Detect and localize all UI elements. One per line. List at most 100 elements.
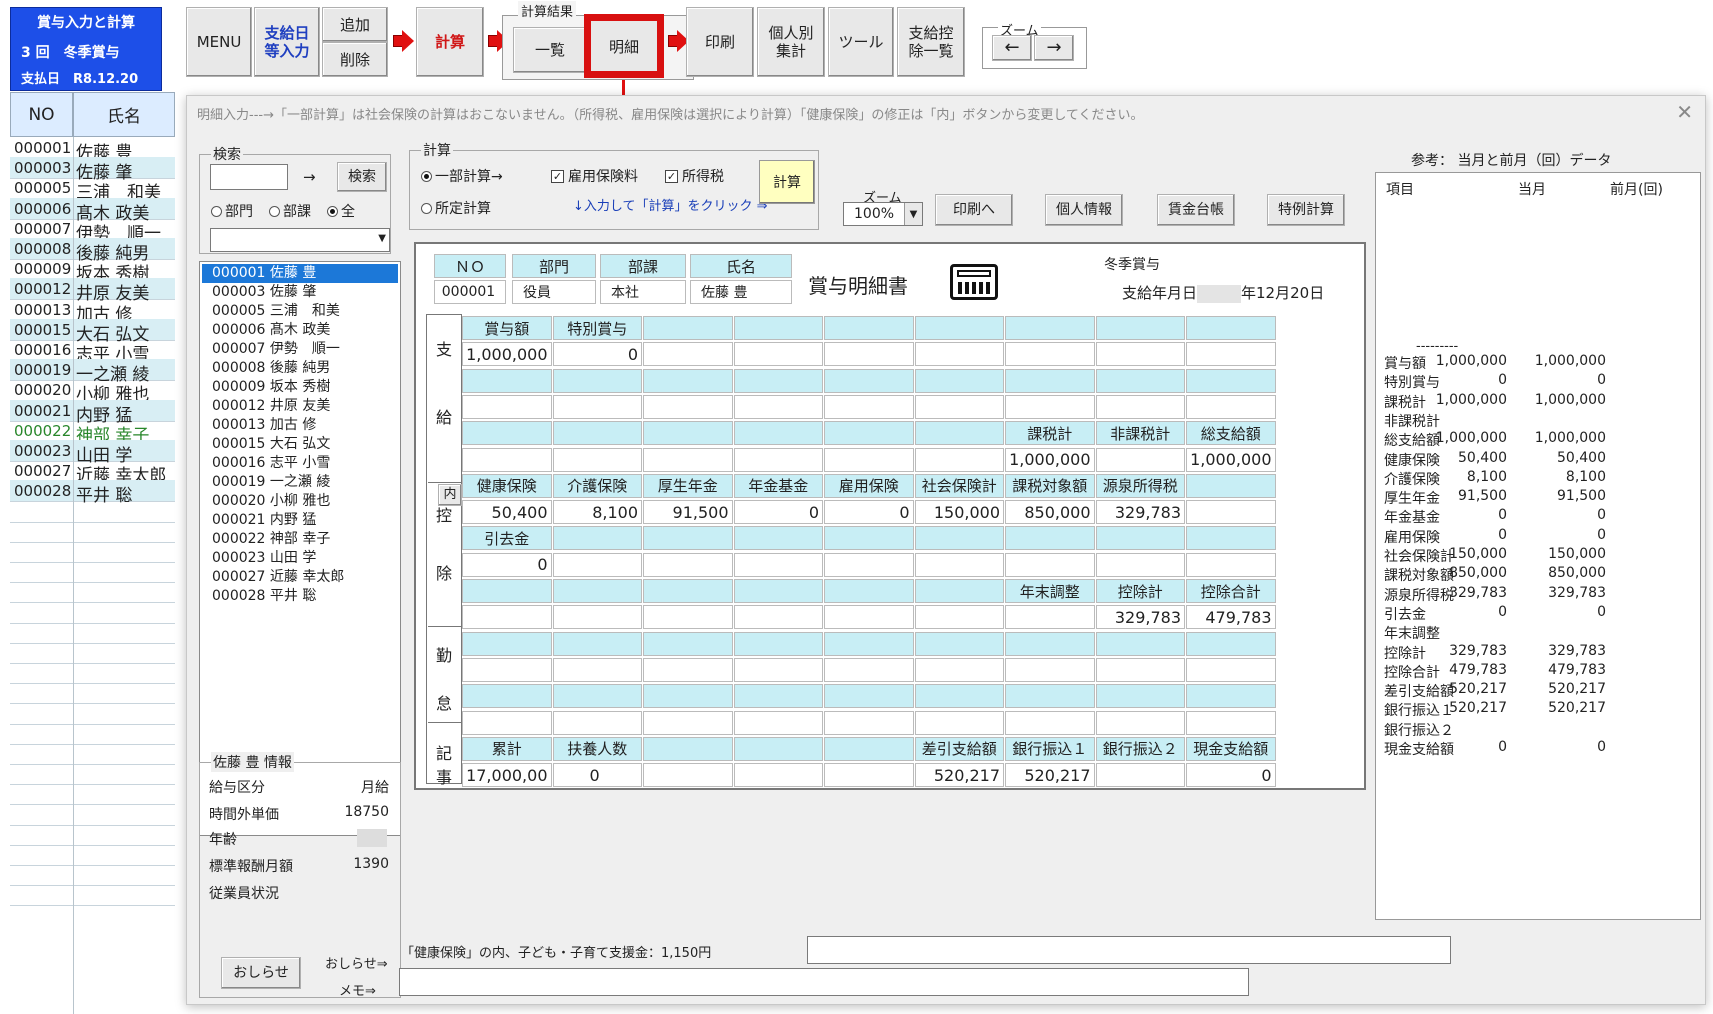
stub-value-cell[interactable]: 520,217 [1005, 763, 1095, 788]
stub-value-cell[interactable] [914, 447, 1004, 472]
personal-summary-button[interactable]: 個人別 集計 [757, 7, 825, 77]
employee-list-item[interactable]: 000015 大石 弘文 [212, 435, 330, 454]
close-icon[interactable]: ✕ [1676, 100, 1693, 124]
check-employment[interactable]: ✓ 雇用保険料 [551, 166, 638, 186]
memo-field[interactable] [399, 968, 1249, 996]
employee-list-item[interactable]: 000028 平井 聡 [212, 587, 316, 606]
stub-value-cell[interactable] [824, 447, 914, 472]
stub-value-cell[interactable] [733, 710, 823, 735]
stub-value-cell[interactable] [462, 657, 552, 682]
grid-row[interactable]: 000020 小柳 雅也 [10, 379, 175, 405]
grid-row[interactable]: 000009 坂本 秀樹 [10, 258, 175, 284]
stub-value-cell[interactable] [1186, 342, 1276, 367]
stub-value-cell[interactable] [824, 552, 914, 577]
stub-value-cell[interactable]: 1,000,000 [462, 342, 552, 367]
employee-list-item[interactable]: 000023 山田 学 [212, 549, 316, 568]
stub-value-cell[interactable]: 1,000,000 [1186, 447, 1276, 472]
stub-value-cell[interactable]: 329,783 [1095, 605, 1185, 630]
stub-value-cell[interactable] [733, 763, 823, 788]
radio-partial-calc[interactable]: 一部計算→ [421, 166, 503, 186]
stub-value-cell[interactable]: 520,217 [914, 763, 1004, 788]
print-to-button[interactable]: 印刷へ [935, 194, 1013, 226]
grid-row[interactable]: 000027 近藤 幸太郎 [10, 460, 175, 486]
stub-value-cell[interactable] [1005, 657, 1095, 682]
employee-list-item[interactable]: 000019 一之瀬 綾 [212, 473, 330, 492]
stub-value-cell[interactable] [824, 657, 914, 682]
grid-row[interactable]: 000006 髙木 政美 [10, 197, 175, 224]
grid-row[interactable]: 000022 神部 幸子 [10, 420, 175, 446]
employee-list-item[interactable]: 000027 近藤 幸太郎 [212, 568, 344, 587]
paydate-input-button[interactable]: 支給日 等入力 [254, 7, 320, 77]
stub-value-cell[interactable] [1095, 447, 1185, 472]
grid-row[interactable]: 000012 井原 友美 [10, 278, 175, 304]
stub-value-cell[interactable] [462, 605, 552, 630]
stub-value-cell[interactable] [1005, 605, 1095, 630]
search-button[interactable]: 検索 [337, 162, 387, 192]
check-income-tax[interactable]: ✓ 所得税 [665, 166, 724, 186]
notice-button[interactable]: おしらせ [221, 957, 301, 989]
stub-value-cell[interactable] [1005, 342, 1095, 367]
grid-row[interactable]: 000003 佐藤 肇 [10, 157, 175, 183]
calc-button[interactable]: 計算 [416, 7, 484, 77]
stub-value-cell[interactable]: 850,000 [1005, 500, 1095, 525]
radio-fixed-calc[interactable]: 所定計算 [421, 198, 491, 218]
stub-value-cell[interactable]: 479,783 [1186, 605, 1276, 630]
deduction-list-button[interactable]: 支給控 除一覧 [897, 7, 965, 77]
employee-list-item[interactable]: 000008 後藤 純男 [212, 359, 330, 378]
grid-row[interactable]: 000008 後藤 純男 [10, 238, 175, 264]
stub-value-cell[interactable] [824, 394, 914, 419]
search-input[interactable] [210, 164, 288, 190]
stub-value-cell[interactable] [1186, 657, 1276, 682]
stub-value-cell[interactable] [733, 447, 823, 472]
stub-value-cell[interactable] [552, 394, 642, 419]
stub-value-cell[interactable] [552, 447, 642, 472]
stub-value-cell[interactable] [1095, 763, 1185, 788]
employee-list-item[interactable]: 000007 伊勢 順一 [212, 340, 340, 359]
employee-list-item[interactable]: 000003 佐藤 肇 [212, 283, 316, 302]
stub-value-cell[interactable]: 150,000 [914, 500, 1004, 525]
employee-list-item[interactable]: 000022 神部 幸子 [212, 530, 330, 549]
list-button[interactable]: 一覧 [513, 27, 587, 73]
employee-list-item[interactable]: 000020 小柳 雅也 [212, 492, 330, 511]
stub-value-cell[interactable]: 8,100 [552, 500, 642, 525]
stub-value-cell[interactable] [914, 394, 1004, 419]
stub-value-cell[interactable] [643, 447, 733, 472]
radio-dept[interactable]: 部門 [211, 201, 253, 221]
stub-value-cell[interactable]: 0 [552, 763, 642, 788]
stub-value-cell[interactable] [643, 763, 733, 788]
stub-value-cell[interactable] [914, 552, 1004, 577]
stub-value-cell[interactable] [1095, 657, 1185, 682]
stub-value-cell[interactable] [643, 657, 733, 682]
zoom-out-arrow-button[interactable]: ← [992, 35, 1032, 61]
stub-value-cell[interactable] [462, 447, 552, 472]
delete-button[interactable]: 削除 [322, 42, 388, 77]
employee-list-item[interactable]: 000016 志平 小雪 [212, 454, 330, 473]
print-button[interactable]: 印刷 [686, 7, 754, 77]
stub-value-cell[interactable] [824, 710, 914, 735]
stub-value-cell[interactable] [914, 657, 1004, 682]
grid-row[interactable]: 000021 内野 猛 [10, 399, 175, 426]
menu-button[interactable]: MENU [186, 7, 252, 77]
zoom-in-arrow-button[interactable]: → [1034, 35, 1074, 61]
stub-value-cell[interactable] [643, 342, 733, 367]
stub-value-cell[interactable]: 0 [552, 342, 642, 367]
stub-value-cell[interactable]: 0 [824, 500, 914, 525]
stub-value-cell[interactable] [1095, 394, 1185, 419]
stub-value-cell[interactable] [733, 342, 823, 367]
radio-all[interactable]: 全 [327, 201, 355, 221]
grid-row[interactable]: 000015 大石 弘文 [10, 318, 175, 345]
employee-list-item[interactable]: 000012 井原 友美 [212, 397, 330, 416]
stub-value-cell[interactable]: 17,000,00 [462, 763, 552, 788]
stub-value-cell[interactable] [1005, 710, 1095, 735]
stub-value-cell[interactable] [824, 763, 914, 788]
stub-value-cell[interactable] [1186, 710, 1276, 735]
search-dropdown[interactable]: ▼ [210, 228, 390, 252]
stub-value-cell[interactable] [914, 710, 1004, 735]
employee-list-item[interactable]: 000005 三浦 和美 [212, 302, 340, 321]
stub-value-cell[interactable] [824, 342, 914, 367]
personal-info-button[interactable]: 個人情報 [1045, 194, 1123, 226]
radio-section[interactable]: 部課 [269, 201, 311, 221]
stub-value-cell[interactable] [643, 552, 733, 577]
grid-row[interactable]: 000005 三浦 和美 [10, 177, 175, 203]
employee-list-item[interactable]: 000013 加古 修 [212, 416, 316, 435]
